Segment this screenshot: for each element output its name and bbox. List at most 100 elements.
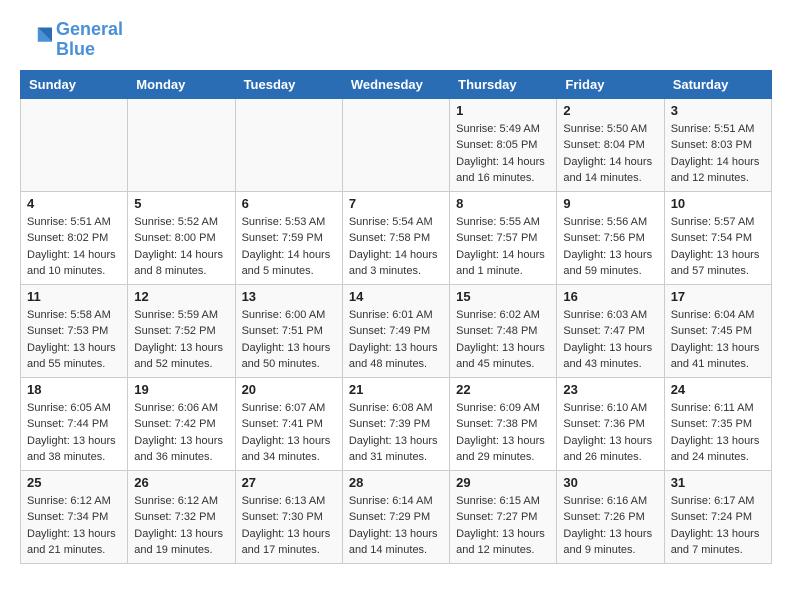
day-info: Sunrise: 6:06 AMSunset: 7:42 PMDaylight:…: [134, 400, 228, 466]
calendar-cell: 30 Sunrise: 6:16 AMSunset: 7:26 PMDayligh…: [557, 470, 664, 563]
day-number: 7: [349, 196, 443, 211]
day-info: Sunrise: 6:08 AMSunset: 7:39 PMDaylight:…: [349, 400, 443, 466]
day-number: 29: [456, 475, 550, 490]
logo-icon: [20, 24, 52, 56]
calendar-cell: 31 Sunrise: 6:17 AMSunset: 7:24 PMDayligh…: [664, 470, 771, 563]
calendar-cell: 26 Sunrise: 6:12 AMSunset: 7:32 PMDayligh…: [128, 470, 235, 563]
calendar-cell: 11 Sunrise: 5:58 AMSunset: 7:53 PMDayligh…: [21, 284, 128, 377]
day-info: Sunrise: 6:12 AMSunset: 7:34 PMDaylight:…: [27, 493, 121, 559]
calendar-cell: 5 Sunrise: 5:52 AMSunset: 8:00 PMDaylight…: [128, 191, 235, 284]
day-header-tuesday: Tuesday: [235, 70, 342, 98]
calendar-cell: 18Sunrise: 6:05 AMSunset: 7:44 PMDayligh…: [21, 377, 128, 470]
day-info: Sunrise: 6:07 AMSunset: 7:41 PMDaylight:…: [242, 400, 336, 466]
week-row-4: 18Sunrise: 6:05 AMSunset: 7:44 PMDayligh…: [21, 377, 772, 470]
day-number: 10: [671, 196, 765, 211]
day-info: Sunrise: 6:10 AMSunset: 7:36 PMDaylight:…: [563, 400, 657, 466]
calendar-cell: 4Sunrise: 5:51 AMSunset: 8:02 PMDaylight…: [21, 191, 128, 284]
calendar-cell: [235, 98, 342, 191]
day-number: 3: [671, 103, 765, 118]
day-info: Sunrise: 5:58 AMSunset: 7:53 PMDaylight:…: [27, 307, 121, 373]
day-info: Sunrise: 6:17 AMSunset: 7:24 PMDaylight:…: [671, 493, 765, 559]
day-info: Sunrise: 5:52 AMSunset: 8:00 PMDaylight:…: [134, 214, 228, 280]
week-row-2: 4Sunrise: 5:51 AMSunset: 8:02 PMDaylight…: [21, 191, 772, 284]
day-info: Sunrise: 5:56 AMSunset: 7:56 PMDaylight:…: [563, 214, 657, 280]
calendar-cell: 25 Sunrise: 6:12 AMSunset: 7:34 PMDayligh…: [21, 470, 128, 563]
calendar-cell: 14 Sunrise: 6:01 AMSunset: 7:49 PMDayligh…: [342, 284, 449, 377]
calendar-cell: 15Sunrise: 6:02 AMSunset: 7:48 PMDayligh…: [450, 284, 557, 377]
day-number: 4: [27, 196, 121, 211]
calendar-cell: 20 Sunrise: 6:07 AMSunset: 7:41 PMDayligh…: [235, 377, 342, 470]
calendar-cell: [128, 98, 235, 191]
day-header-wednesday: Wednesday: [342, 70, 449, 98]
week-row-1: 1Sunrise: 5:49 AMSunset: 8:05 PMDaylight…: [21, 98, 772, 191]
day-number: 27: [242, 475, 336, 490]
day-number: 20: [242, 382, 336, 397]
calendar-cell: 10Sunrise: 5:57 AMSunset: 7:54 PMDayligh…: [664, 191, 771, 284]
calendar-cell: 2 Sunrise: 5:50 AMSunset: 8:04 PMDaylight…: [557, 98, 664, 191]
day-info: Sunrise: 6:04 AMSunset: 7:45 PMDaylight:…: [671, 307, 765, 373]
day-number: 2: [563, 103, 657, 118]
day-number: 15: [456, 289, 550, 304]
calendar-cell: [21, 98, 128, 191]
calendar-cell: 21Sunrise: 6:08 AMSunset: 7:39 PMDayligh…: [342, 377, 449, 470]
calendar-cell: 24Sunrise: 6:11 AMSunset: 7:35 PMDayligh…: [664, 377, 771, 470]
calendar-cell: 22 Sunrise: 6:09 AMSunset: 7:38 PMDayligh…: [450, 377, 557, 470]
day-info: Sunrise: 5:55 AMSunset: 7:57 PMDaylight:…: [456, 214, 550, 280]
day-number: 23: [563, 382, 657, 397]
day-number: 18: [27, 382, 121, 397]
day-info: Sunrise: 5:49 AMSunset: 8:05 PMDaylight:…: [456, 121, 550, 187]
day-number: 31: [671, 475, 765, 490]
day-info: Sunrise: 6:00 AMSunset: 7:51 PMDaylight:…: [242, 307, 336, 373]
calendar-cell: 17 Sunrise: 6:04 AMSunset: 7:45 PMDayligh…: [664, 284, 771, 377]
day-number: 13: [242, 289, 336, 304]
day-header-friday: Friday: [557, 70, 664, 98]
week-row-3: 11 Sunrise: 5:58 AMSunset: 7:53 PMDayligh…: [21, 284, 772, 377]
day-header-monday: Monday: [128, 70, 235, 98]
calendar-cell: [342, 98, 449, 191]
day-number: 5: [134, 196, 228, 211]
day-number: 11: [27, 289, 121, 304]
day-info: Sunrise: 5:53 AMSunset: 7:59 PMDaylight:…: [242, 214, 336, 280]
day-number: 26: [134, 475, 228, 490]
day-number: 28: [349, 475, 443, 490]
day-info: Sunrise: 6:01 AMSunset: 7:49 PMDaylight:…: [349, 307, 443, 373]
day-info: Sunrise: 6:16 AMSunset: 7:26 PMDaylight:…: [563, 493, 657, 559]
calendar-cell: 1Sunrise: 5:49 AMSunset: 8:05 PMDaylight…: [450, 98, 557, 191]
calendar-cell: 6 Sunrise: 5:53 AMSunset: 7:59 PMDaylight…: [235, 191, 342, 284]
day-number: 12: [134, 289, 228, 304]
day-info: Sunrise: 5:50 AMSunset: 8:04 PMDaylight:…: [563, 121, 657, 187]
calendar-cell: 13 Sunrise: 6:00 AMSunset: 7:51 PMDayligh…: [235, 284, 342, 377]
calendar-cell: 9 Sunrise: 5:56 AMSunset: 7:56 PMDaylight…: [557, 191, 664, 284]
calendar-cell: 12 Sunrise: 5:59 AMSunset: 7:52 PMDayligh…: [128, 284, 235, 377]
day-number: 30: [563, 475, 657, 490]
day-info: Sunrise: 5:51 AMSunset: 8:03 PMDaylight:…: [671, 121, 765, 187]
week-row-5: 25 Sunrise: 6:12 AMSunset: 7:34 PMDayligh…: [21, 470, 772, 563]
day-info: Sunrise: 6:15 AMSunset: 7:27 PMDaylight:…: [456, 493, 550, 559]
day-number: 9: [563, 196, 657, 211]
calendar-cell: 16 Sunrise: 6:03 AMSunset: 7:47 PMDayligh…: [557, 284, 664, 377]
calendar-cell: 29 Sunrise: 6:15 AMSunset: 7:27 PMDayligh…: [450, 470, 557, 563]
day-header-saturday: Saturday: [664, 70, 771, 98]
calendar-cell: 19 Sunrise: 6:06 AMSunset: 7:42 PMDayligh…: [128, 377, 235, 470]
calendar-cell: 7Sunrise: 5:54 AMSunset: 7:58 PMDaylight…: [342, 191, 449, 284]
day-number: 8: [456, 196, 550, 211]
day-number: 19: [134, 382, 228, 397]
day-number: 17: [671, 289, 765, 304]
calendar-cell: 28 Sunrise: 6:14 AMSunset: 7:29 PMDayligh…: [342, 470, 449, 563]
calendar-cell: 8 Sunrise: 5:55 AMSunset: 7:57 PMDaylight…: [450, 191, 557, 284]
calendar-cell: 3 Sunrise: 5:51 AMSunset: 8:03 PMDaylight…: [664, 98, 771, 191]
day-header-sunday: Sunday: [21, 70, 128, 98]
day-info: Sunrise: 6:09 AMSunset: 7:38 PMDaylight:…: [456, 400, 550, 466]
day-info: Sunrise: 6:14 AMSunset: 7:29 PMDaylight:…: [349, 493, 443, 559]
page-header: General Blue: [20, 20, 772, 60]
day-info: Sunrise: 5:59 AMSunset: 7:52 PMDaylight:…: [134, 307, 228, 373]
day-number: 25: [27, 475, 121, 490]
day-info: Sunrise: 6:03 AMSunset: 7:47 PMDaylight:…: [563, 307, 657, 373]
day-info: Sunrise: 6:12 AMSunset: 7:32 PMDaylight:…: [134, 493, 228, 559]
logo-text: General Blue: [56, 20, 123, 60]
day-number: 6: [242, 196, 336, 211]
day-number: 16: [563, 289, 657, 304]
day-number: 14: [349, 289, 443, 304]
day-number: 22: [456, 382, 550, 397]
calendar-cell: 23 Sunrise: 6:10 AMSunset: 7:36 PMDayligh…: [557, 377, 664, 470]
